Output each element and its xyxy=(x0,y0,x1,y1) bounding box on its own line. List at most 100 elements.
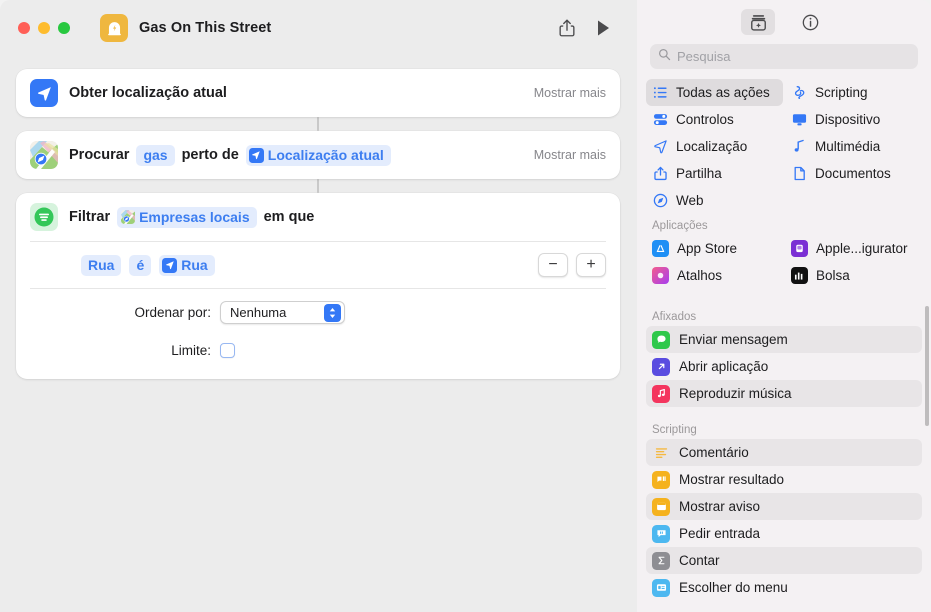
sort-by-select[interactable]: Nenhuma xyxy=(220,301,345,324)
editor-pane: Gas On This Street xyxy=(0,0,637,612)
traffic-lights xyxy=(18,22,70,34)
show-alert-icon xyxy=(652,498,670,516)
action-connector xyxy=(317,179,319,193)
variable-token-label: Localização atual xyxy=(268,146,384,164)
filter-icon xyxy=(30,203,58,231)
category-scripting[interactable]: Scripting xyxy=(785,79,922,106)
category-web[interactable]: Web xyxy=(646,187,783,214)
app-item-stocks[interactable]: Bolsa xyxy=(785,262,922,289)
search-icon xyxy=(658,48,671,66)
list-item-send-message[interactable]: Enviar mensagem xyxy=(646,326,922,353)
condition-value-token[interactable]: Rua xyxy=(159,255,214,276)
category-device[interactable]: Dispositivo xyxy=(785,106,922,133)
variable-token-current-location[interactable]: Localização atual xyxy=(246,145,391,166)
library-toolbar xyxy=(637,0,931,44)
category-documents[interactable]: Documentos xyxy=(785,160,922,187)
workflow-list: Obter localização atual Mostrar mais xyxy=(16,69,620,379)
close-button[interactable] xyxy=(18,22,30,34)
condition-field-token[interactable]: Rua xyxy=(81,255,121,276)
gas-station-icon xyxy=(100,14,128,42)
list-item-label: Abrir aplicação xyxy=(679,359,768,374)
zoom-button[interactable] xyxy=(58,22,70,34)
stocks-icon xyxy=(791,267,808,284)
messages-icon xyxy=(652,331,670,349)
limit-label: Limite: xyxy=(30,343,220,358)
app-label: Atalhos xyxy=(677,268,722,283)
action-title-row: Filtrar xyxy=(69,207,314,228)
add-condition-button[interactable]: + xyxy=(576,253,606,277)
app-label: Apple...igurator xyxy=(816,241,908,256)
section-spacer xyxy=(637,407,931,418)
action-library-icon[interactable] xyxy=(741,9,775,35)
list-item-label: Mostrar resultado xyxy=(679,472,784,487)
app-store-icon xyxy=(652,240,669,257)
music-note-icon xyxy=(791,139,807,155)
list-item-label: Pedir entrada xyxy=(679,526,760,541)
list-item-choose-from-menu[interactable]: Escolher do menu xyxy=(646,574,922,601)
minimize-button[interactable] xyxy=(38,22,50,34)
app-item-shortcuts[interactable]: Atalhos xyxy=(646,262,783,289)
app-item-app-store[interactable]: App Store xyxy=(646,235,783,262)
titlebar-actions xyxy=(558,18,621,38)
app-label: App Store xyxy=(677,241,737,256)
category-label: Partilha xyxy=(676,166,722,181)
location-arrow-icon xyxy=(249,148,264,163)
show-more-link[interactable]: Mostrar mais xyxy=(522,148,606,162)
action-library-pane: Pesquisa Todas as ações xyxy=(637,0,931,612)
scripting-icon xyxy=(791,85,807,101)
shortcuts-window: Gas On This Street xyxy=(0,0,931,612)
category-label: Dispositivo xyxy=(815,112,880,127)
maps-icon xyxy=(120,210,135,225)
search-wrapper: Pesquisa xyxy=(637,44,931,69)
source-token-local-businesses[interactable]: Empresas locais xyxy=(117,207,257,228)
open-app-icon xyxy=(652,358,670,376)
category-grid: Todas as ações Scripting xyxy=(637,79,931,214)
condition-tokens: Rua é Rua xyxy=(81,255,215,276)
category-label: Todas as ações xyxy=(676,85,770,100)
controls-icon xyxy=(652,112,668,128)
category-multimedia[interactable]: Multimédia xyxy=(785,133,922,160)
list-item-show-result[interactable]: Mostrar resultado xyxy=(646,466,922,493)
list-item-play-music[interactable]: Reproduzir música xyxy=(646,380,922,407)
show-more-link[interactable]: Mostrar mais xyxy=(522,86,606,100)
limit-checkbox[interactable] xyxy=(220,343,235,358)
action-card-search-maps[interactable]: Procurar gas perto de Localização atual xyxy=(16,131,620,179)
filter-condition-row: Rua é Rua xyxy=(30,242,606,288)
search-input[interactable]: Pesquisa xyxy=(650,44,918,69)
category-all-actions[interactable]: Todas as ações xyxy=(646,79,783,106)
condition-buttons: − + xyxy=(538,253,606,277)
list-item-comment[interactable]: Comentário xyxy=(646,439,922,466)
apps-grid: App Store Apple...igurator Atalhos xyxy=(637,235,931,289)
library-scrollbar[interactable] xyxy=(925,306,929,426)
action-card-get-location[interactable]: Obter localização atual Mostrar mais xyxy=(16,69,620,117)
source-token-label: Empresas locais xyxy=(139,208,250,226)
category-sharing[interactable]: Partilha xyxy=(646,160,783,187)
remove-condition-button[interactable]: − xyxy=(538,253,568,277)
share-icon[interactable] xyxy=(558,18,576,38)
run-icon[interactable] xyxy=(596,19,611,37)
divider xyxy=(30,288,606,289)
list-item-show-alert[interactable]: Mostrar aviso xyxy=(646,493,922,520)
app-item-apple-configurator[interactable]: Apple...igurator xyxy=(785,235,922,262)
count-sigma-icon xyxy=(652,552,670,570)
action-header: Obter localização atual Mostrar mais xyxy=(16,69,620,117)
shortcuts-icon xyxy=(652,267,669,284)
library-scroll-list[interactable]: Afixados Enviar mensagem Abrir aplicação xyxy=(637,299,931,612)
condition-operator-token[interactable]: é xyxy=(129,255,151,276)
location-arrow-icon xyxy=(162,258,177,273)
list-item-ask-input[interactable]: Pedir entrada xyxy=(646,520,922,547)
list-item-open-app[interactable]: Abrir aplicação xyxy=(646,353,922,380)
search-query-token[interactable]: gas xyxy=(136,145,174,166)
category-controls[interactable]: Controlos xyxy=(646,106,783,133)
info-icon[interactable] xyxy=(793,9,827,35)
list-item-count[interactable]: Contar xyxy=(646,547,922,574)
comment-icon xyxy=(652,444,670,462)
action-connector xyxy=(317,117,319,131)
category-location[interactable]: Localização xyxy=(646,133,783,160)
action-card-filter[interactable]: Filtrar xyxy=(16,193,620,379)
action-title: Obter localização atual xyxy=(69,85,227,101)
app-label: Bolsa xyxy=(816,268,850,283)
title-bar: Gas On This Street xyxy=(0,0,637,56)
condition-value-label: Rua xyxy=(181,256,207,274)
category-label: Multimédia xyxy=(815,139,880,154)
